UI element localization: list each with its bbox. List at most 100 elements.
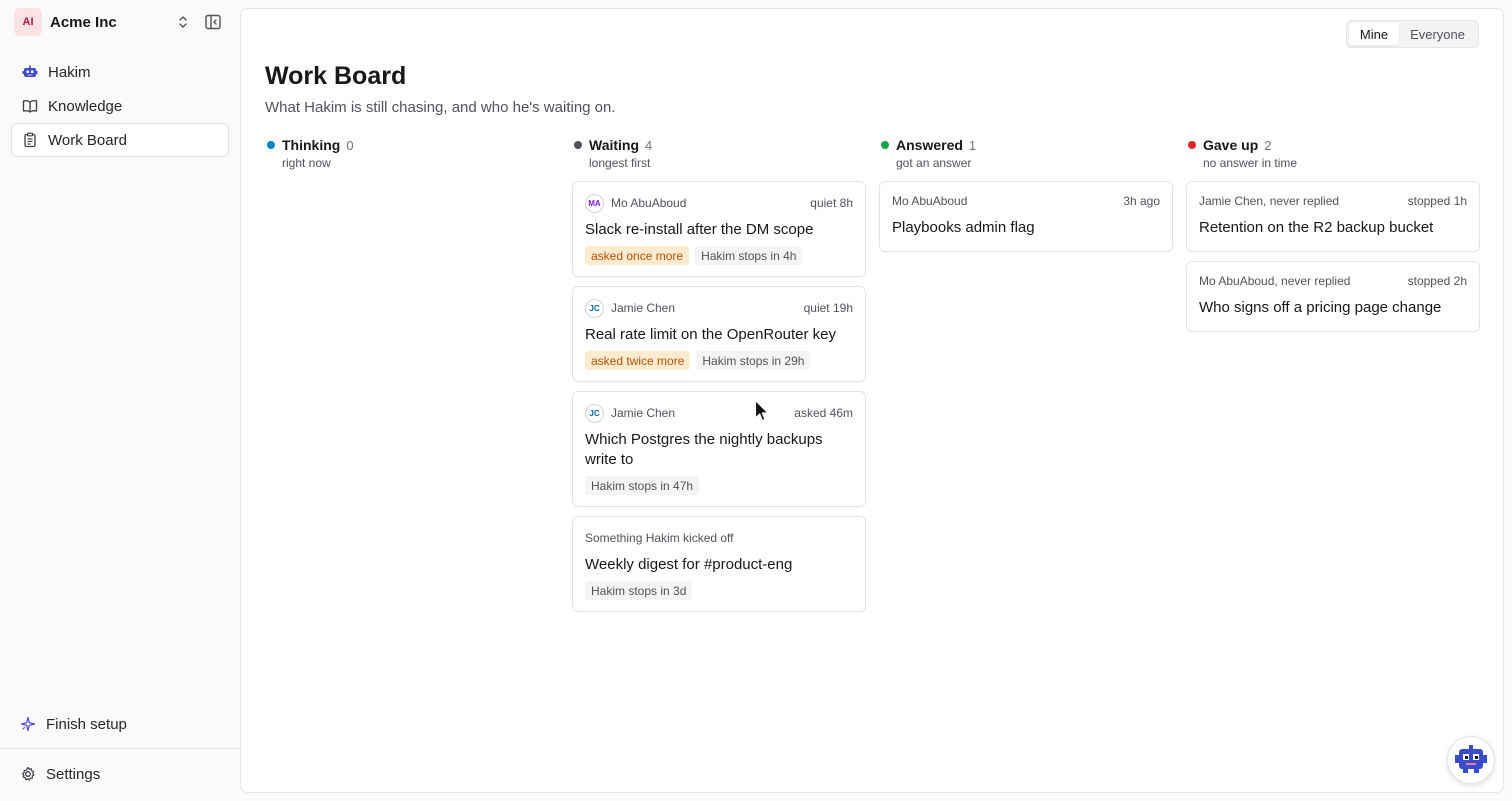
- sparkle-icon: [20, 716, 36, 732]
- card-chips: Hakim stops in 47h: [585, 476, 853, 495]
- card-title: Retention on the R2 backup bucket: [1199, 219, 1434, 236]
- card-title: Who signs off a pricing page change: [1199, 299, 1442, 316]
- card-time: stopped 2h: [1407, 274, 1467, 288]
- clipboard-icon: [22, 132, 38, 148]
- card-person: Mo AbuAboud, never replied: [1199, 274, 1351, 288]
- sidebar-item-hakim[interactable]: Hakim: [11, 55, 229, 89]
- column-title: Waiting: [589, 137, 640, 153]
- sidebar-item-work-board[interactable]: Work Board: [11, 123, 229, 157]
- mouse-cursor-icon: [754, 399, 769, 422]
- work-card[interactable]: Jamie Chen, never replied stopped 1h Ret…: [1186, 181, 1480, 252]
- card-meta: JC Jamie Chen asked 46m: [585, 403, 853, 423]
- column-header: Answered 1: [879, 135, 1173, 155]
- column-title: Thinking: [282, 137, 341, 153]
- sidebar-item-knowledge[interactable]: Knowledge: [11, 89, 229, 123]
- column-title: Answered: [896, 137, 963, 153]
- column-header: Thinking 0: [265, 135, 559, 155]
- column-hint: got an answer: [896, 156, 972, 170]
- work-card[interactable]: Mo AbuAboud, never replied stopped 2h Wh…: [1186, 261, 1480, 332]
- column-count: 4: [645, 137, 653, 153]
- sidebar-item-label: Work Board: [48, 131, 127, 149]
- sidebar-item-label: Hakim: [48, 63, 91, 81]
- card-time: 3h ago: [1123, 194, 1160, 208]
- column-count: 2: [1264, 137, 1272, 153]
- card-meta: Mo AbuAboud, never replied stopped 2h: [1199, 271, 1467, 291]
- workspace-switcher[interactable]: AI Acme Inc: [14, 7, 228, 37]
- card-time: stopped 1h: [1407, 194, 1467, 208]
- finish-setup-button[interactable]: Finish setup: [0, 705, 240, 743]
- robot-icon: [22, 64, 38, 80]
- work-card[interactable]: JC Jamie Chen asked 46m Which Postgres t…: [572, 391, 866, 507]
- card-meta: MA Mo AbuAboud quiet 8h: [585, 193, 853, 213]
- column-waiting: Waiting 4 longest first MA Mo AbuAboud q…: [572, 135, 866, 621]
- card-person: Jamie Chen: [611, 406, 676, 420]
- status-dot: [574, 141, 582, 149]
- settings-button[interactable]: Settings: [0, 755, 240, 793]
- card-meta: Something Hakim kicked off: [585, 528, 853, 548]
- finish-setup-label: Finish setup: [46, 715, 127, 733]
- avatar: JC: [585, 403, 604, 423]
- status-dot: [1188, 141, 1196, 149]
- card-title: Playbooks admin flag: [892, 219, 1035, 236]
- card-meta: JC Jamie Chen quiet 19h: [585, 298, 853, 318]
- column-thinking: Thinking 0 right now: [265, 135, 559, 172]
- deadline-badge: Hakim stops in 29h: [696, 351, 811, 370]
- main-panel: Mine Everyone Work Board What Hakim is s…: [240, 8, 1504, 793]
- card-person: Something Hakim kicked off: [585, 531, 734, 545]
- robot-icon: [1455, 745, 1487, 773]
- card-person: Jamie Chen, never replied: [1199, 194, 1340, 208]
- scope-toggle: Mine Everyone: [1345, 20, 1479, 48]
- card-title: Weekly digest for #product-eng: [585, 556, 793, 573]
- work-card[interactable]: MA Mo AbuAboud quiet 8h Slack re-install…: [572, 181, 866, 277]
- toggle-everyone[interactable]: Everyone: [1399, 23, 1476, 45]
- gear-icon: [20, 766, 36, 782]
- work-card[interactable]: Something Hakim kicked off Weekly digest…: [572, 516, 866, 612]
- book-icon: [22, 98, 38, 114]
- card-person: Mo AbuAboud: [611, 196, 687, 210]
- column-hint: longest first: [589, 156, 651, 170]
- card-list: Jamie Chen, never replied stopped 1h Ret…: [1186, 181, 1480, 332]
- status-dot: [881, 141, 889, 149]
- card-title: Real rate limit on the OpenRouter key: [585, 326, 836, 343]
- card-person: Jamie Chen: [611, 301, 676, 315]
- column-header: Gave up 2: [1186, 135, 1480, 155]
- sidebar: AI Acme Inc Hakim Knowledge Work Board F…: [0, 0, 240, 801]
- card-time: quiet 8h: [810, 196, 853, 210]
- deadline-badge: Hakim stops in 3d: [585, 581, 693, 600]
- column-count: 0: [346, 137, 354, 153]
- status-badge: asked once more: [585, 246, 690, 265]
- sidebar-nav: Hakim Knowledge Work Board: [11, 55, 229, 157]
- toggle-mine[interactable]: Mine: [1348, 23, 1400, 45]
- avatar: MA: [585, 193, 604, 213]
- card-time: asked 46m: [794, 406, 853, 420]
- work-card[interactable]: JC Jamie Chen quiet 19h Real rate limit …: [572, 286, 866, 382]
- card-title: Slack re-install after the DM scope: [585, 221, 814, 238]
- work-card[interactable]: Mo AbuAboud 3h ago Playbooks admin flag: [879, 181, 1173, 252]
- page-subtitle: What Hakim is still chasing, and who he'…: [265, 99, 616, 116]
- sidebar-collapse-icon[interactable]: [204, 13, 222, 31]
- settings-label: Settings: [46, 765, 101, 783]
- workspace-name: Acme Inc: [50, 13, 117, 31]
- chevron-up-down-icon[interactable]: [176, 14, 190, 30]
- column-count: 1: [968, 137, 977, 153]
- sidebar-item-label: Knowledge: [48, 97, 123, 115]
- assistant-launcher-button[interactable]: [1447, 736, 1495, 784]
- status-badge: asked twice more: [585, 351, 691, 370]
- column-hint: right now: [282, 156, 331, 170]
- card-time: quiet 19h: [803, 301, 853, 315]
- page-title: Work Board: [265, 62, 407, 90]
- column-hint: no answer in time: [1203, 156, 1298, 170]
- status-dot: [267, 141, 275, 149]
- card-person: Mo AbuAboud: [892, 194, 968, 208]
- sidebar-footer: Finish setup Settings: [0, 705, 240, 793]
- card-meta: Jamie Chen, never replied stopped 1h: [1199, 191, 1467, 211]
- column-answered: Answered 1 got an answer Mo AbuAboud 3h …: [879, 135, 1173, 261]
- deadline-badge: Hakim stops in 47h: [585, 476, 700, 495]
- card-chips: asked twice more Hakim stops in 29h: [585, 351, 853, 370]
- workspace-avatar: AI: [14, 8, 42, 36]
- card-title: Which Postgres the nightly backups write…: [585, 431, 823, 468]
- card-list: MA Mo AbuAboud quiet 8h Slack re-install…: [572, 181, 866, 612]
- sidebar-divider: [0, 748, 240, 749]
- column-gave-up: Gave up 2 no answer in time Jamie Chen, …: [1186, 135, 1480, 341]
- card-chips: Hakim stops in 3d: [585, 581, 853, 600]
